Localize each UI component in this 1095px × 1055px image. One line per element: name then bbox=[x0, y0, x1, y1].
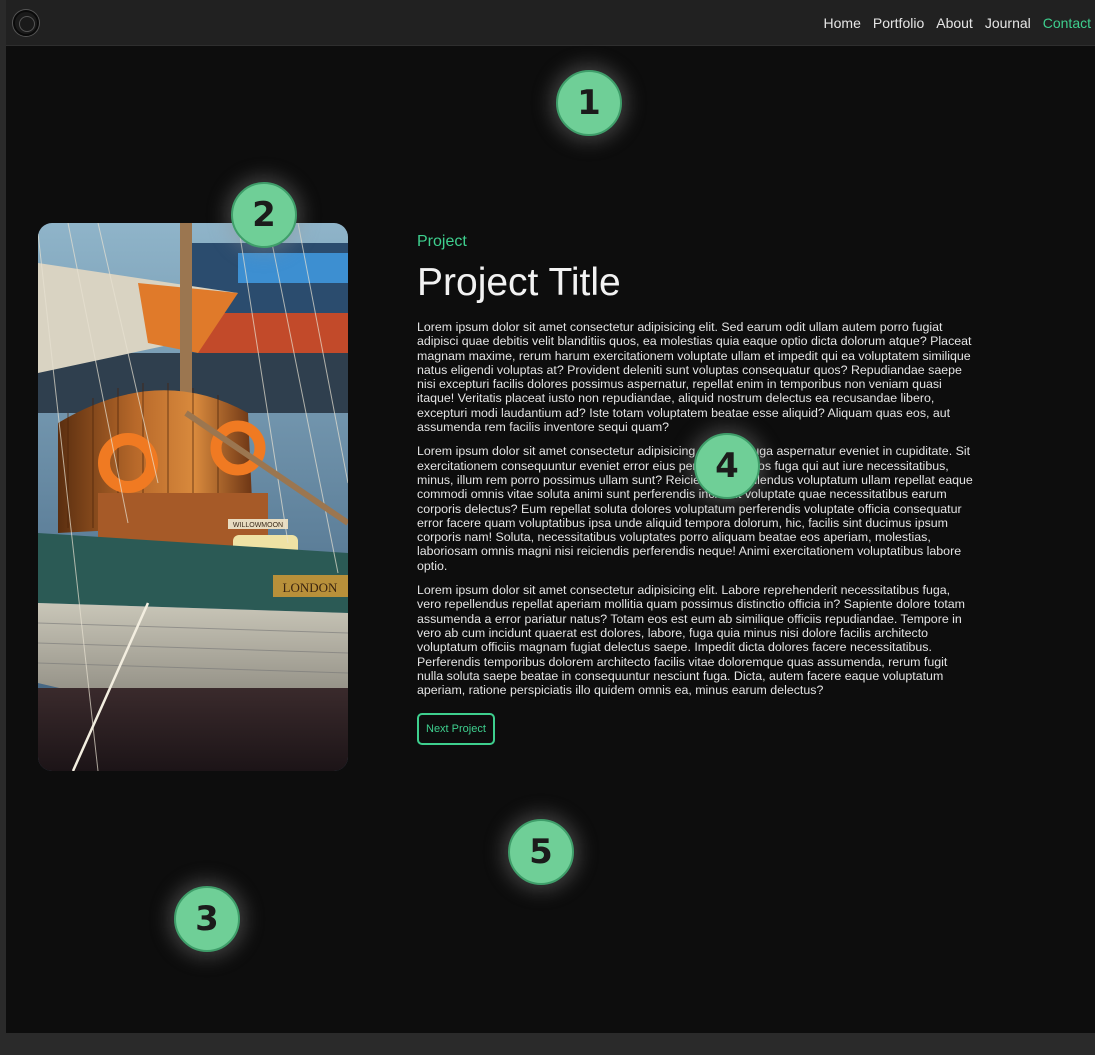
annotation-badge-5: 5 bbox=[508, 819, 574, 885]
annotation-badge-2: 2 bbox=[231, 182, 297, 248]
project-content: Project Project Title Lorem ipsum dolor … bbox=[417, 232, 973, 746]
annotation-badge-1: 1 bbox=[556, 70, 622, 136]
nav-link-portfolio[interactable]: Portfolio bbox=[873, 15, 924, 31]
project-image: WILLOWMOON LONDON bbox=[38, 223, 348, 771]
project-eyebrow: Project bbox=[417, 233, 467, 250]
project-paragraph-3: Lorem ipsum dolor sit amet consectetur a… bbox=[417, 583, 966, 698]
bottom-bar bbox=[0, 1033, 1095, 1055]
nav-link-contact[interactable]: Contact bbox=[1043, 15, 1091, 31]
nav-link-journal[interactable]: Journal bbox=[985, 15, 1031, 31]
project-paragraph-1: Lorem ipsum dolor sit amet consectetur a… bbox=[417, 320, 972, 435]
next-project-button[interactable]: Next Project bbox=[417, 713, 495, 746]
project-title: Project Title bbox=[417, 261, 621, 304]
nav-link-home[interactable]: Home bbox=[824, 15, 861, 31]
hull-name-plate: LONDON bbox=[283, 580, 338, 595]
site-logo[interactable] bbox=[13, 10, 39, 36]
boat-name-plate: WILLOWMOON bbox=[233, 522, 283, 529]
boat-photo-illustration: WILLOWMOON LONDON bbox=[38, 223, 348, 771]
navbar: Home Portfolio About Journal Contact bbox=[6, 0, 1095, 46]
annotation-badge-3: 3 bbox=[174, 886, 240, 952]
annotation-badge-4: 4 bbox=[694, 433, 760, 499]
browser-viewport: Home Portfolio About Journal Contact WIL… bbox=[6, 0, 1095, 1033]
nav-link-about[interactable]: About bbox=[936, 15, 973, 31]
logo-ring-icon bbox=[19, 16, 35, 32]
nav-links: Home Portfolio About Journal Contact bbox=[824, 0, 1091, 45]
